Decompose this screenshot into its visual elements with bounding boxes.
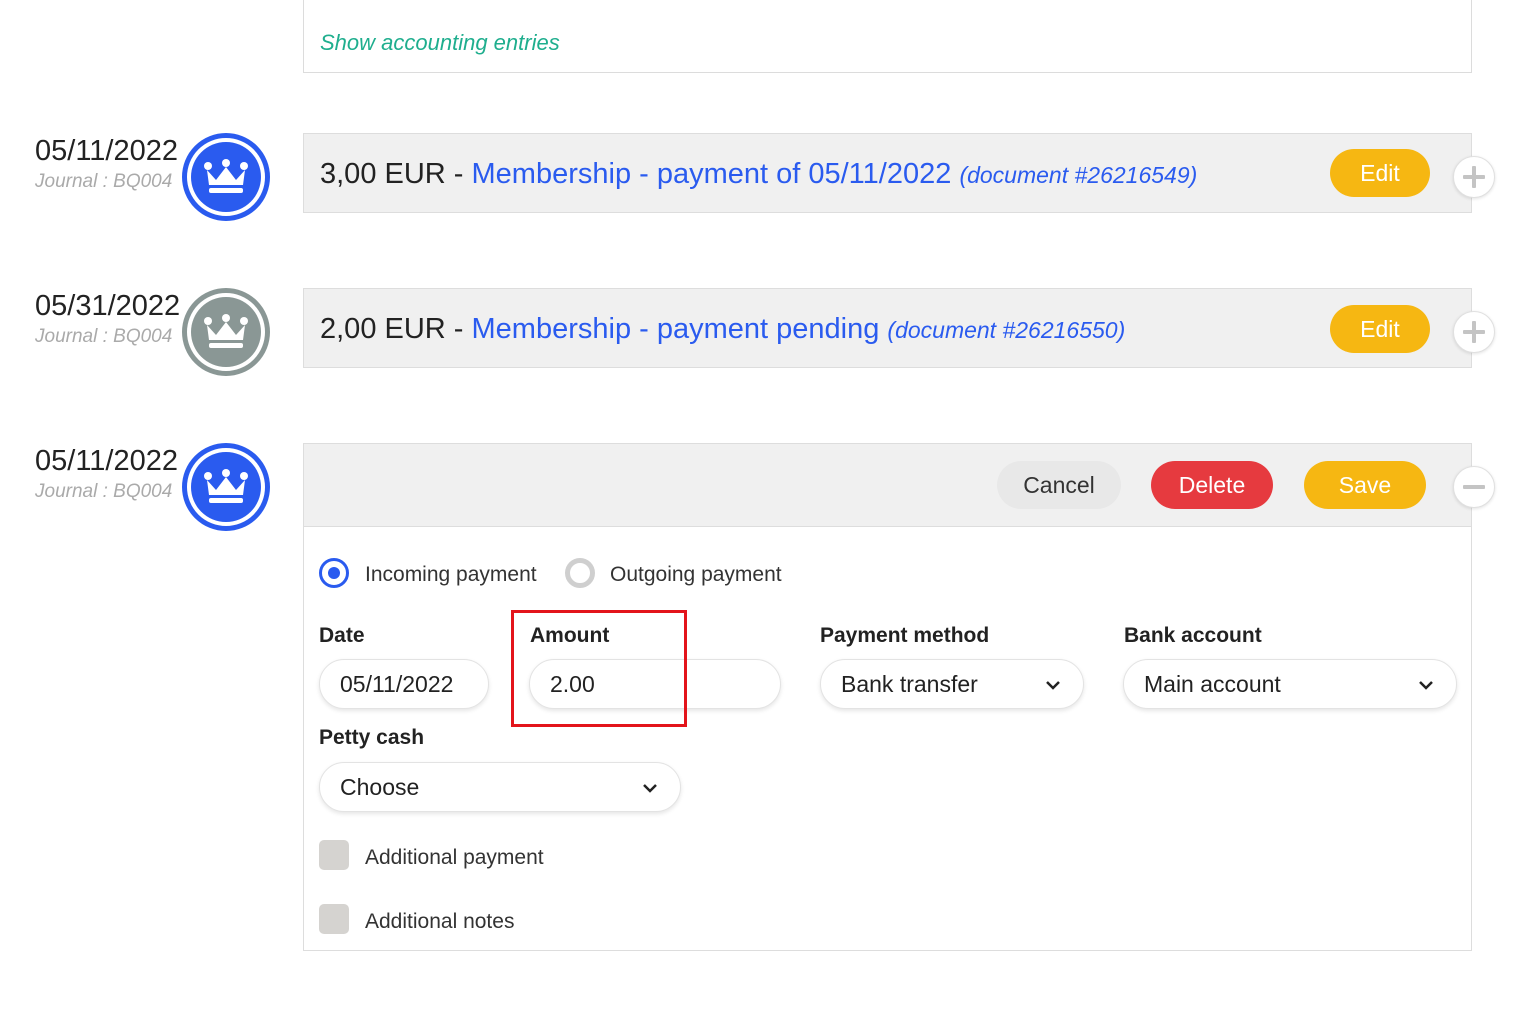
entry-date: 05/11/2022: [35, 445, 178, 477]
chevron-down-icon: [1419, 681, 1433, 690]
save-button[interactable]: Save: [1304, 461, 1426, 509]
cancel-button[interactable]: Cancel: [997, 461, 1121, 509]
entry-document-link[interactable]: (document #26216550): [887, 317, 1125, 343]
chevron-down-icon: [1046, 681, 1060, 690]
entry-separator: -: [445, 313, 472, 345]
petty-cash-label: Petty cash: [319, 726, 425, 749]
petty-cash-select[interactable]: Choose: [319, 762, 681, 812]
additional-payment-checkbox[interactable]: [319, 840, 349, 870]
minus-icon: [1463, 485, 1485, 489]
crown-icon: [204, 469, 248, 503]
membership-status-avatar: [182, 288, 270, 376]
entry-date: 05/11/2022: [35, 135, 178, 167]
entry-amount: 3,00 EUR: [320, 158, 446, 190]
bank-account-label: Bank account: [1124, 624, 1262, 647]
entry-date: 05/31/2022: [35, 290, 181, 322]
entry-journal: Journal : BQ004: [35, 326, 173, 347]
payment-method-select[interactable]: Bank transfer: [820, 659, 1084, 709]
entry-1-bar[interactable]: 3,00 EUR - Membership - payment of 05/11…: [303, 133, 1472, 213]
payment-method-label: Payment method: [820, 624, 990, 647]
membership-status-avatar: [182, 133, 270, 221]
incoming-payment-radio[interactable]: [319, 558, 349, 588]
collapse-button[interactable]: [1453, 466, 1495, 508]
bank-account-value: Main account: [1144, 670, 1281, 697]
incoming-payment-label[interactable]: Incoming payment: [365, 563, 537, 587]
payment-method-value: Bank transfer: [841, 670, 978, 697]
entry-title-link[interactable]: Membership - payment of 05/11/2022: [472, 158, 952, 190]
expand-button[interactable]: [1453, 156, 1495, 198]
plus-icon: [1463, 166, 1485, 188]
additional-notes-checkbox[interactable]: [319, 904, 349, 934]
chevron-down-icon: [643, 784, 657, 793]
entry-separator: -: [445, 158, 472, 190]
outgoing-payment-label[interactable]: Outgoing payment: [610, 563, 782, 587]
date-value: 05/11/2022: [340, 670, 454, 697]
delete-button[interactable]: Delete: [1151, 461, 1273, 509]
form-header: [304, 444, 1471, 527]
plus-icon: [1463, 321, 1485, 343]
entry-3-date-block: 05/11/2022 Journal : BQ004: [35, 445, 178, 503]
entry-amount: 2,00 EUR: [320, 313, 446, 345]
entry-document-link[interactable]: (document #26216549): [959, 162, 1197, 188]
entry-1-date-block: 05/11/2022 Journal : BQ004: [35, 135, 178, 193]
accounting-entries-card: Show accounting entries: [303, 0, 1472, 73]
edit-button[interactable]: Edit: [1330, 149, 1430, 197]
entry-journal: Journal : BQ004: [35, 171, 173, 192]
edit-button[interactable]: Edit: [1330, 305, 1430, 353]
entry-2-bar[interactable]: 2,00 EUR - Membership - payment pending …: [303, 288, 1472, 368]
crown-icon: [204, 159, 248, 193]
amount-highlight-box: [511, 610, 687, 727]
entry-2-date-block: 05/31/2022 Journal : BQ004: [35, 290, 180, 348]
additional-payment-label[interactable]: Additional payment: [365, 846, 544, 870]
membership-status-avatar: [182, 443, 270, 531]
bank-account-select[interactable]: Main account: [1123, 659, 1457, 709]
date-label: Date: [319, 624, 365, 647]
entry-summary: 3,00 EUR - Membership - payment of 05/11…: [320, 158, 1197, 191]
additional-notes-label[interactable]: Additional notes: [365, 910, 514, 934]
outgoing-payment-radio[interactable]: [565, 558, 595, 588]
date-field[interactable]: 05/11/2022: [319, 659, 489, 709]
entry-title-link[interactable]: Membership - payment pending: [472, 313, 880, 345]
entry-journal: Journal : BQ004: [35, 481, 173, 502]
expand-button[interactable]: [1453, 311, 1495, 353]
crown-icon: [204, 314, 248, 348]
entry-summary: 2,00 EUR - Membership - payment pending …: [320, 313, 1125, 346]
show-accounting-entries-link[interactable]: Show accounting entries: [320, 30, 560, 56]
petty-cash-value: Choose: [340, 773, 420, 800]
